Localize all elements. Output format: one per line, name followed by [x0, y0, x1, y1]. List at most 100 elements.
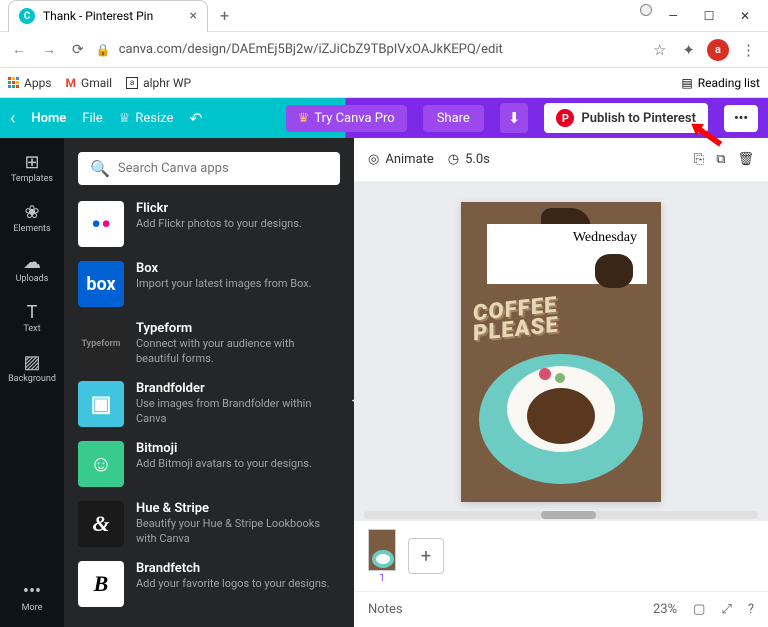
canvas-area: ◎Animate ◷5.0s ⎘ ⧉ 🗑 Wednesday COFFEEPLE… [354, 138, 768, 627]
app-typeform[interactable]: TypeformTypeformConnect with your audien… [78, 317, 340, 371]
clock-icon: ◷ [448, 152, 459, 167]
text-icon: T [27, 302, 38, 322]
crown-icon: ♕ [119, 111, 131, 126]
app-box[interactable]: boxBoxImport your latest images from Box… [78, 257, 340, 311]
hue-stripe-icon: & [78, 501, 124, 547]
add-page-button[interactable]: + [408, 538, 444, 574]
pinterest-icon: P [556, 109, 574, 127]
page-thumb-1[interactable]: 1 [368, 529, 396, 584]
horizontal-scrollbar[interactable] [364, 511, 758, 519]
browser-titlebar: C Thank - Pinterest Pin × + — ☐ ✕ [0, 0, 768, 32]
fullscreen-icon[interactable]: ⤢ [721, 602, 731, 617]
flickr-icon: •• [78, 201, 124, 247]
alphr-icon: a [126, 77, 138, 89]
reading-list-icon: ▤ [681, 76, 692, 90]
maximize-icon[interactable]: ☐ [694, 4, 724, 28]
app-brandfolder[interactable]: ▣BrandfolderUse images from Brandfolder … [78, 377, 340, 431]
coffee-text: COFFEEPLEASE [473, 295, 559, 343]
search-icon: 🔍 [90, 159, 110, 178]
apps-bookmark[interactable]: Apps [8, 76, 52, 90]
nav-templates[interactable]: ⊞Templates [0, 146, 64, 190]
nav-uploads[interactable]: ☁Uploads [0, 246, 64, 290]
page-view-icon[interactable]: ▢ [693, 602, 705, 617]
nav-elements[interactable]: ❀Elements [0, 196, 64, 240]
page-thumbnails: 1 + [354, 521, 768, 591]
address-bar: ← → ⟳ 🔒 canva.com/design/DAEmEj5Bj2w/iZJ… [0, 32, 768, 68]
canva-header: ‹ Home File ♕Resize ↶ ♛Try Canva Pro Sha… [0, 98, 768, 138]
try-pro-button[interactable]: ♛Try Canva Pro [286, 105, 407, 132]
extension-icon[interactable]: ✦ [678, 37, 699, 63]
profile-avatar[interactable]: a [707, 39, 729, 61]
background-icon: ▨ [23, 352, 40, 372]
app-list: ••FlickrAdd Flickr photos to your design… [78, 197, 340, 613]
coffee-graphic [527, 388, 595, 444]
window-controls: — ☐ ✕ [640, 4, 768, 28]
apps-grid-icon [8, 77, 19, 88]
duration-button[interactable]: ◷5.0s [448, 152, 490, 167]
apps-panel: 🔍 ••FlickrAdd Flickr photos to your desi… [64, 138, 354, 627]
publish-pinterest-button[interactable]: P Publish to Pinterest [544, 103, 708, 133]
gmail-icon: M [66, 76, 77, 90]
canvas-toolbar: ◎Animate ◷5.0s ⎘ ⧉ 🗑 [354, 138, 768, 182]
templates-icon: ⊞ [24, 152, 39, 172]
window-dot-icon[interactable] [640, 4, 652, 16]
forward-icon[interactable]: → [38, 37, 60, 62]
more-icon: ••• [23, 581, 41, 601]
url-text[interactable]: canva.com/design/DAEmEj5Bj2w/iZJiCbZ9TBp… [119, 42, 641, 57]
close-tab-icon[interactable]: × [190, 8, 197, 24]
home-button[interactable]: Home [31, 111, 66, 126]
design-preview[interactable]: Wednesday COFFEEPLEASE [461, 202, 661, 502]
typeform-icon: Typeform [78, 321, 124, 367]
app-flickr[interactable]: ••FlickrAdd Flickr photos to your design… [78, 197, 340, 251]
reading-list-button[interactable]: ▤ Reading list [681, 76, 760, 90]
nav-more[interactable]: •••More [0, 575, 64, 619]
scroll-thumb[interactable] [541, 511, 596, 519]
zoom-level[interactable]: 23% [653, 602, 677, 617]
new-tab-button[interactable]: + [216, 2, 233, 29]
menu-icon[interactable]: ⋮ [737, 37, 760, 63]
main-area: ⊞Templates ❀Elements ☁Uploads TText ▨Bac… [0, 138, 768, 627]
chocolate-graphic [595, 254, 633, 288]
lock-icon[interactable]: 🔒 [96, 43, 111, 57]
file-button[interactable]: File [82, 111, 102, 126]
side-nav: ⊞Templates ❀Elements ☁Uploads TText ▨Bac… [0, 138, 64, 627]
gmail-bookmark[interactable]: M Gmail [66, 76, 113, 90]
brandfetch-icon: B [78, 561, 124, 607]
copy-icon[interactable]: ⎘ [694, 152, 704, 167]
crown-icon: ♛ [298, 111, 310, 126]
canvas-stage[interactable]: Wednesday COFFEEPLEASE [354, 182, 768, 521]
trash-icon[interactable]: 🗑 [737, 152, 754, 167]
nav-background[interactable]: ▨Background [0, 346, 64, 390]
nav-text[interactable]: TText [0, 296, 64, 340]
share-button[interactable]: Share [423, 105, 484, 132]
notes-button[interactable]: Notes [368, 602, 403, 617]
search-box[interactable]: 🔍 [78, 152, 340, 185]
tab-title: Thank - Pinterest Pin [43, 9, 153, 23]
alphr-bookmark[interactable]: a alphr WP [126, 76, 191, 90]
close-icon[interactable]: ✕ [730, 4, 760, 28]
uploads-icon: ☁ [23, 252, 41, 272]
download-icon[interactable]: ⬇ [500, 103, 529, 133]
back-arrow-icon[interactable]: ‹ [10, 108, 15, 129]
app-brandfetch[interactable]: BBrandfetchAdd your favorite logos to yo… [78, 557, 340, 611]
bookmark-bar: Apps M Gmail a alphr WP ▤ Reading list [0, 68, 768, 98]
app-hue-stripe[interactable]: &Hue & StripeBeautify your Hue & Stripe … [78, 497, 340, 551]
resize-button[interactable]: ♕Resize [119, 111, 174, 126]
back-icon[interactable]: ← [8, 37, 30, 62]
animate-button[interactable]: ◎Animate [368, 152, 434, 167]
duplicate-icon[interactable]: ⧉ [716, 152, 725, 167]
browser-tab[interactable]: C Thank - Pinterest Pin × [8, 0, 208, 32]
app-bitmoji[interactable]: ☺BitmojiAdd Bitmoji avatars to your desi… [78, 437, 340, 491]
reload-icon[interactable]: ⟳ [68, 38, 88, 62]
more-button[interactable]: ••• [724, 105, 758, 132]
bitmoji-icon: ☺ [78, 441, 124, 487]
brandfolder-icon: ▣ [78, 381, 124, 427]
help-icon[interactable]: ? [748, 602, 754, 617]
star-icon[interactable]: ☆ [649, 37, 670, 63]
undo-icon[interactable]: ↶ [189, 109, 202, 128]
search-input[interactable] [118, 161, 328, 176]
minimize-icon[interactable]: — [658, 4, 688, 28]
animate-icon: ◎ [368, 152, 379, 167]
elements-icon: ❀ [24, 202, 39, 222]
canva-favicon: C [19, 8, 35, 24]
